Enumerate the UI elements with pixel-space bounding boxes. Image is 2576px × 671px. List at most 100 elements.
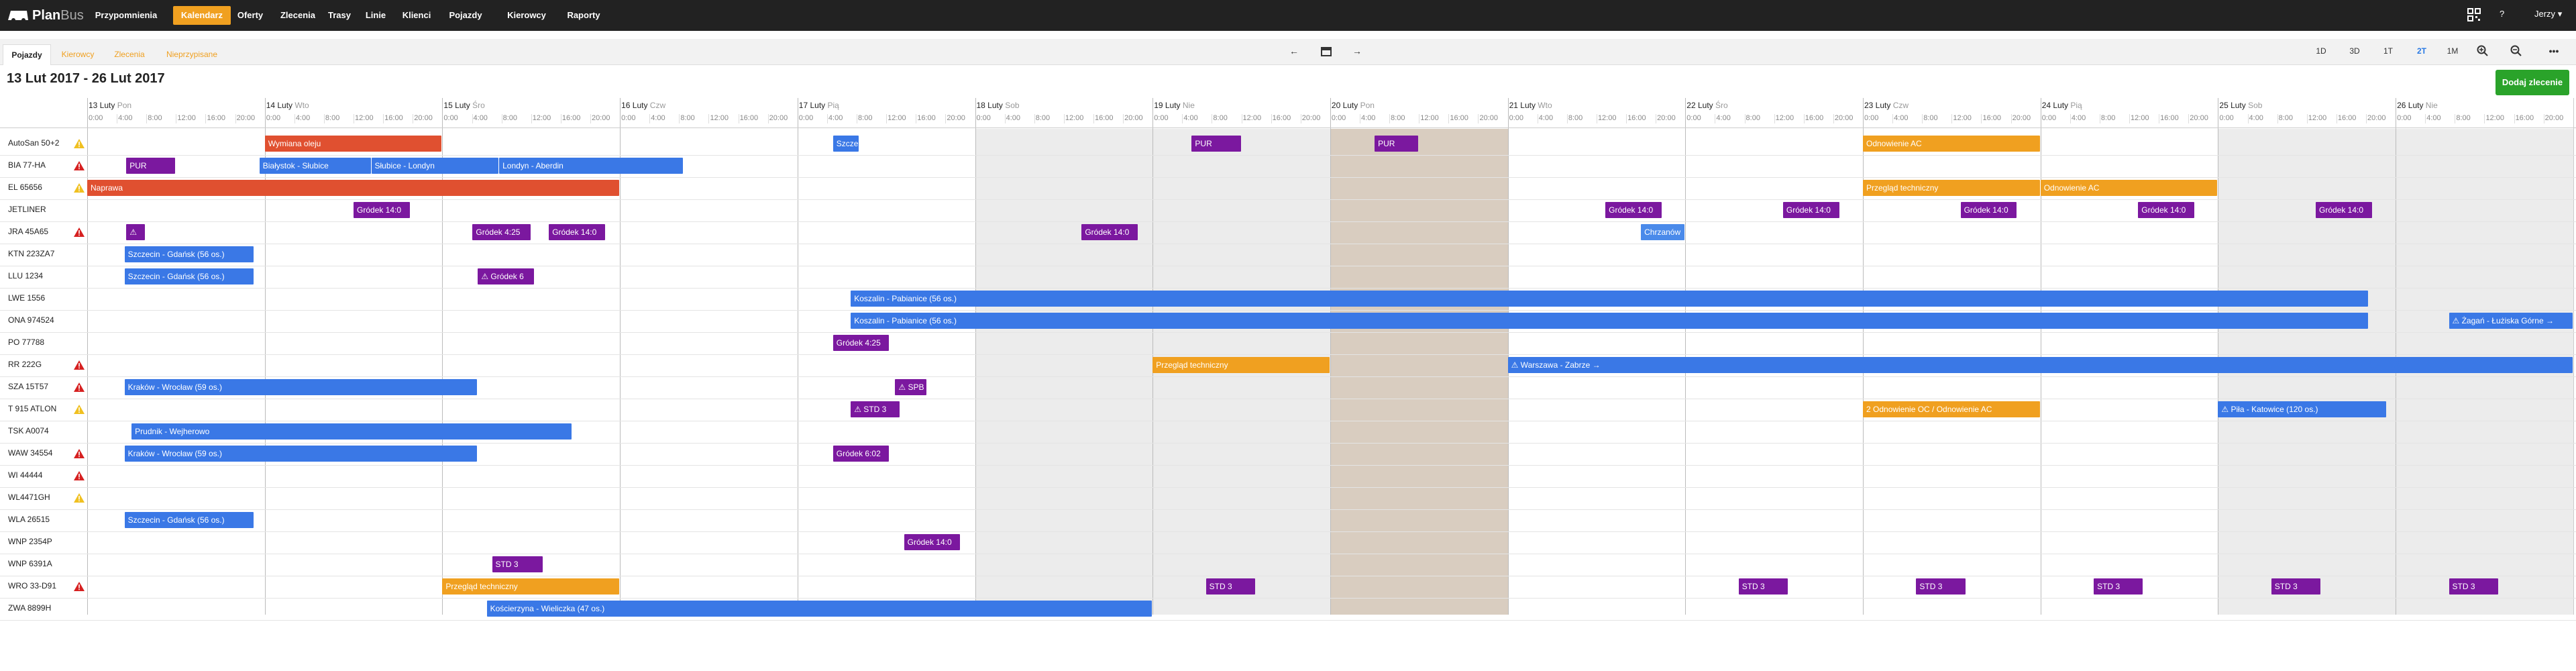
schedule-event[interactable]: 2 Odnowienie OC / Odnowienie AC bbox=[1863, 401, 2040, 417]
vehicle-row-label[interactable]: JETLINER bbox=[8, 205, 46, 214]
schedule-event[interactable]: Przegląd techniczny bbox=[442, 578, 620, 595]
vehicle-row-label[interactable]: WNP 6391A bbox=[8, 559, 52, 568]
more-menu-icon[interactable]: ••• bbox=[2542, 42, 2565, 60]
schedule-event[interactable]: Przegląd techniczny bbox=[1863, 180, 2040, 196]
schedule-event[interactable]: ⚠ bbox=[126, 224, 146, 240]
schedule-event[interactable]: STD 3 bbox=[1738, 578, 1788, 595]
schedule-event[interactable]: Gródek 14:0 bbox=[1782, 202, 1839, 218]
nav-item-oferty[interactable]: Oferty bbox=[231, 6, 270, 25]
schedule-event[interactable]: Gródek 14:0 bbox=[549, 224, 605, 240]
zoom-in-icon[interactable] bbox=[2473, 42, 2493, 60]
schedule-event[interactable]: Białystok - Słubice bbox=[259, 158, 371, 174]
qr-icon[interactable] bbox=[2467, 8, 2481, 23]
schedule-event[interactable]: Odnowienie AC bbox=[1863, 136, 2040, 152]
schedule-event[interactable]: Szczecin - Gdańsk (56 os.) bbox=[124, 268, 254, 285]
vehicle-row-label[interactable]: WL4471GH bbox=[8, 493, 50, 502]
schedule-event[interactable]: Gródek 6:02 bbox=[833, 446, 890, 462]
schedule-event[interactable]: STD 3 bbox=[2094, 578, 2143, 595]
view-button-1d[interactable]: 1D bbox=[2308, 42, 2334, 60]
nav-item-raporty[interactable]: Raporty bbox=[561, 6, 606, 25]
vehicle-row-label[interactable]: LWE 1556 bbox=[8, 293, 45, 303]
vehicle-row-label[interactable]: WRO 33-D91 bbox=[8, 581, 56, 590]
schedule-event[interactable]: Szcze bbox=[833, 136, 859, 152]
schedule-event[interactable]: STD 3 bbox=[1916, 578, 1966, 595]
calendar-icon[interactable] bbox=[1316, 42, 1336, 60]
schedule-event[interactable]: Słubice - Londyn bbox=[371, 158, 499, 174]
schedule-event[interactable]: Gródek 4:25 bbox=[472, 224, 531, 240]
schedule-event[interactable]: ⚠ Warszawa - Zabrze → bbox=[1507, 357, 2573, 373]
nav-item-zlecenia[interactable]: Zlecenia bbox=[276, 6, 319, 25]
view-button-1m[interactable]: 1M bbox=[2439, 42, 2466, 60]
schedule-event[interactable]: ⚠ STD 3 bbox=[851, 401, 900, 417]
schedule-event[interactable]: PUR bbox=[126, 158, 176, 174]
schedule-event[interactable]: STD 3 bbox=[2271, 578, 2320, 595]
tab-zlecenia[interactable]: Zlecenia bbox=[106, 44, 153, 64]
vehicle-row-label[interactable]: PO 77788 bbox=[8, 338, 44, 347]
schedule-event[interactable]: STD 3 bbox=[2449, 578, 2498, 595]
planbus-logo[interactable]: Plan Bus bbox=[7, 5, 84, 25]
nav-item-kierowcy[interactable]: Kierowcy bbox=[502, 6, 551, 25]
schedule-event[interactable]: ⚠ SPB bbox=[895, 379, 927, 395]
schedule-event[interactable]: Gródek 14:0 bbox=[354, 202, 410, 218]
vehicle-row-label[interactable]: SZA 15T57 bbox=[8, 382, 48, 391]
nav-item-kalendarz[interactable]: Kalendarz bbox=[173, 6, 231, 25]
nav-item-pojazdy[interactable]: Pojazdy bbox=[441, 6, 490, 25]
schedule-event[interactable]: STD 3 bbox=[1205, 578, 1255, 595]
vehicle-row-label[interactable]: WNP 2354P bbox=[8, 537, 52, 546]
view-button-1t[interactable]: 1T bbox=[2375, 42, 2402, 60]
schedule-event[interactable]: Szczecin - Gdańsk (56 os.) bbox=[124, 512, 254, 528]
schedule-event[interactable]: ⚠ Żagań - Łużiska Górne → bbox=[2449, 313, 2573, 329]
view-button-2t[interactable]: 2T bbox=[2408, 42, 2435, 60]
schedule-event[interactable]: Gródek 14:0 bbox=[1081, 224, 1138, 240]
schedule-event[interactable]: STD 3 bbox=[492, 556, 543, 572]
schedule-event[interactable]: Chrzanów bbox=[1641, 224, 1685, 240]
vehicle-row-label[interactable]: BIA 77-HA bbox=[8, 160, 46, 170]
schedule-event[interactable]: Gródek 14:0 bbox=[1960, 202, 2017, 218]
schedule-event[interactable]: Kościerzyna - Wieliczka (47 os.) bbox=[486, 601, 1152, 617]
schedule-event[interactable]: Odnowienie AC bbox=[2040, 180, 2218, 196]
zoom-out-icon[interactable] bbox=[2506, 42, 2526, 60]
schedule-event[interactable]: Kraków - Wrocław (59 os.) bbox=[124, 446, 478, 462]
vehicle-row-label[interactable]: WLA 26515 bbox=[8, 515, 50, 524]
tab-kierowcy[interactable]: Kierowcy bbox=[52, 44, 103, 64]
vehicle-row-label[interactable]: ONA 974524 bbox=[8, 315, 54, 325]
nav-item-linie[interactable]: Linie bbox=[360, 6, 392, 25]
schedule-event[interactable]: Naprawa bbox=[87, 180, 620, 196]
vehicle-row-label[interactable]: AutoSan 50+2 bbox=[8, 138, 59, 148]
schedule-event[interactable]: Gródek 4:25 bbox=[833, 335, 890, 351]
schedule-event[interactable]: Szczecin - Gdańsk (56 os.) bbox=[124, 246, 254, 262]
schedule-event[interactable]: Gródek 14:0 bbox=[2315, 202, 2372, 218]
schedule-event[interactable]: ⚠ Piła - Katowice (120 os.) bbox=[2218, 401, 2386, 417]
vehicle-row-label[interactable]: KTN 223ZA7 bbox=[8, 249, 54, 258]
schedule-event[interactable]: Gródek 14:0 bbox=[2138, 202, 2194, 218]
schedule-event[interactable]: Koszalin - Pabianice (56 os.) bbox=[851, 291, 2369, 307]
view-button-3d[interactable]: 3D bbox=[2341, 42, 2368, 60]
nav-item-trasy[interactable]: Trasy bbox=[325, 6, 354, 25]
vehicle-row-label[interactable]: LLU 1234 bbox=[8, 271, 43, 280]
prev-arrow-icon[interactable]: ← bbox=[1284, 42, 1304, 60]
nav-item-klienci[interactable]: Klienci bbox=[397, 6, 436, 25]
vehicle-row-label[interactable]: T 915 ATLON bbox=[8, 404, 56, 413]
add-order-button[interactable]: Dodaj zlecenie bbox=[2496, 70, 2569, 95]
schedule-event[interactable]: Kraków - Wrocław (59 os.) bbox=[124, 379, 478, 395]
user-menu[interactable]: Jerzy ▾ bbox=[2534, 9, 2562, 19]
vehicle-row-label[interactable]: ZWA 8899H bbox=[8, 603, 51, 613]
tab-nieprzypisane[interactable]: Nieprzypisane bbox=[156, 44, 228, 64]
help-button[interactable]: ? bbox=[2500, 9, 2504, 19]
vehicle-row-label[interactable]: WAW 34554 bbox=[8, 448, 52, 458]
vehicle-row-label[interactable]: TSK A0074 bbox=[8, 426, 49, 435]
nav-item-przypomnienia[interactable]: Przypomnienia bbox=[89, 6, 164, 25]
schedule-event[interactable]: Gródek 14:0 bbox=[1605, 202, 1662, 218]
next-arrow-icon[interactable]: → bbox=[1347, 42, 1367, 60]
vehicle-row-label[interactable]: EL 65656 bbox=[8, 183, 42, 192]
schedule-event[interactable]: Wymiana oleju bbox=[264, 136, 442, 152]
vehicle-row-label[interactable]: JRA 45A65 bbox=[8, 227, 48, 236]
tab-pojazdy[interactable]: Pojazdy bbox=[3, 44, 51, 65]
schedule-event[interactable]: PUR bbox=[1375, 136, 1419, 152]
schedule-event[interactable]: PUR bbox=[1191, 136, 1241, 152]
vehicle-row-label[interactable]: RR 222G bbox=[8, 360, 42, 369]
schedule-event[interactable]: Londyn - Aberdin bbox=[499, 158, 684, 174]
schedule-event[interactable]: ⚠ Gródek 6 bbox=[478, 268, 535, 285]
schedule-event[interactable]: Przegląd techniczny bbox=[1152, 357, 1330, 373]
vehicle-row-label[interactable]: WI 44444 bbox=[8, 470, 42, 480]
